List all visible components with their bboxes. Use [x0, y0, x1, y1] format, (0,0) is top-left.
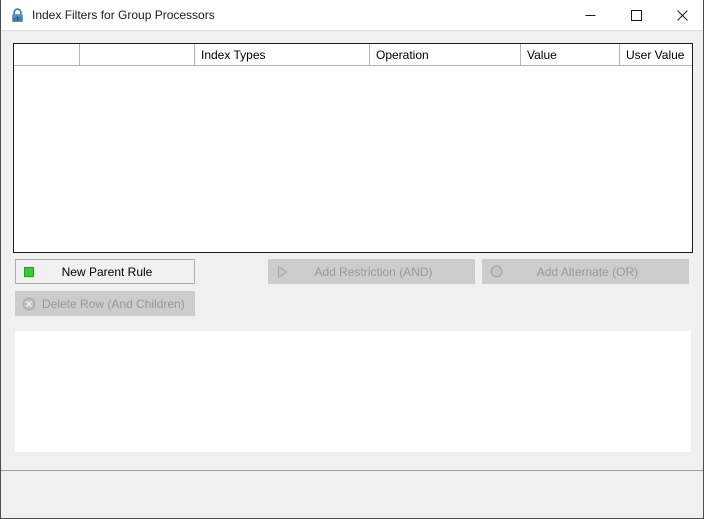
title-bar: Index Filters for Group Processors	[1, 0, 703, 31]
add-alternate-or-button[interactable]: Add Alternate (OR)	[482, 259, 689, 284]
footer-bar: OK Cancel	[1, 471, 703, 518]
add-alternate-label: Add Alternate (OR)	[536, 264, 639, 279]
green-square-icon	[16, 266, 42, 277]
grid-header-row: Index Types Operation Value User Value	[14, 44, 692, 66]
dialog-window: Index Filters for Group Processors Index…	[0, 0, 704, 519]
grid-column-header-operation[interactable]: Operation	[370, 44, 521, 65]
delete-row-button[interactable]: Delete Row (And Children)	[15, 291, 195, 316]
delete-circle-x-icon	[16, 297, 42, 311]
grid-column-header-value[interactable]: Value	[521, 44, 620, 65]
close-button[interactable]	[659, 0, 703, 30]
rule-detail-panel[interactable]	[15, 331, 691, 452]
rules-grid[interactable]: Index Types Operation Value User Value	[13, 43, 693, 253]
minimize-button[interactable]	[567, 0, 613, 30]
play-triangle-icon	[269, 265, 295, 278]
new-parent-rule-label: New Parent Rule	[61, 264, 153, 279]
add-restriction-label: Add Restriction (AND)	[314, 264, 433, 279]
circle-icon	[483, 265, 509, 278]
window-title: Index Filters for Group Processors	[32, 8, 215, 22]
grid-column-header-index-types[interactable]: Index Types	[195, 44, 370, 65]
grid-column-header-user-value[interactable]: User Value	[620, 44, 692, 65]
grid-column-header-blank-2[interactable]	[80, 44, 195, 65]
new-parent-rule-button[interactable]: New Parent Rule	[15, 259, 195, 284]
delete-row-label: Delete Row (And Children)	[42, 296, 185, 311]
add-restriction-and-button[interactable]: Add Restriction (AND)	[268, 259, 475, 284]
grid-body[interactable]	[14, 66, 692, 251]
grid-column-header-blank-1[interactable]	[14, 44, 80, 65]
maximize-button[interactable]	[613, 0, 659, 30]
lock-icon	[9, 7, 26, 24]
